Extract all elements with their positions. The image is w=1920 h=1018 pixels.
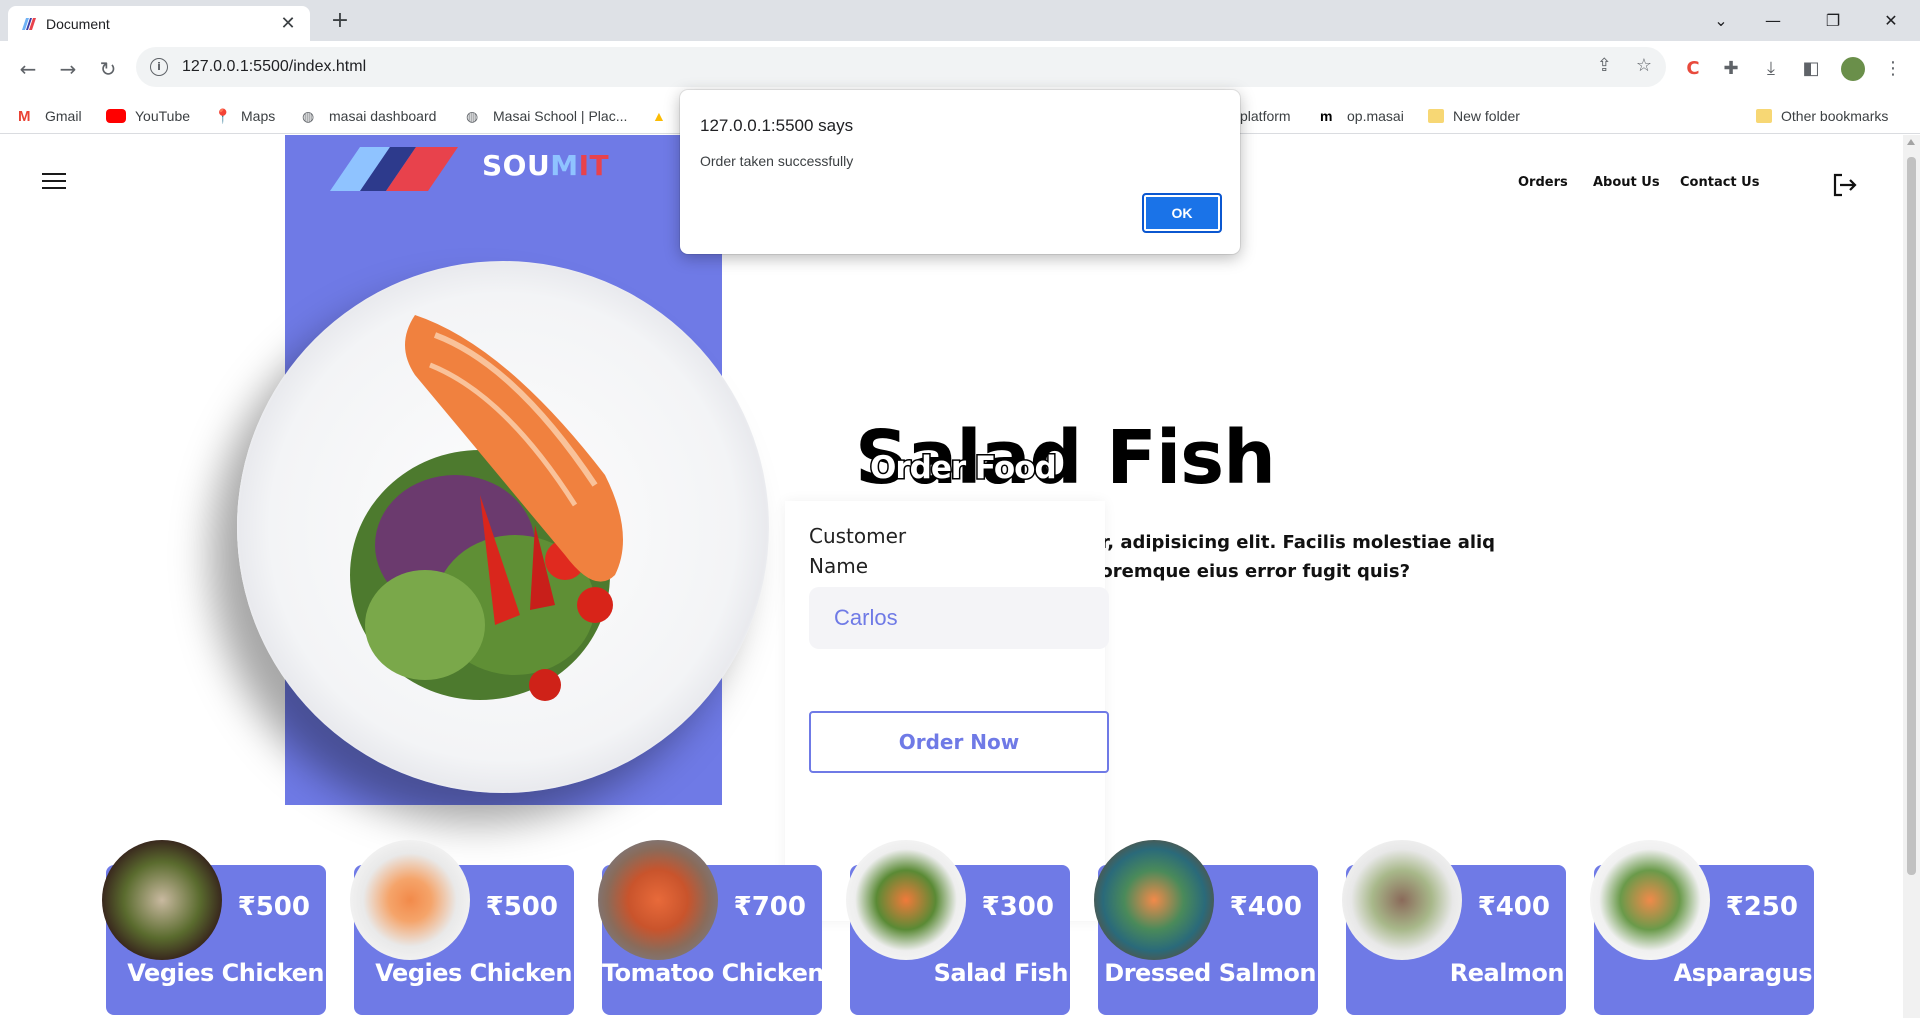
other-bookmarks[interactable]: Other bookmarks	[1756, 104, 1888, 128]
nav-about-us[interactable]: About Us	[1593, 175, 1660, 190]
close-window-button[interactable]: ✕	[1868, 6, 1914, 36]
tab-strip: Document ✕ + ⌄ — ❐ ✕	[0, 0, 1920, 41]
menu-card[interactable]: ₹300 Salad Fish	[846, 840, 1070, 1018]
menu-cards: ₹500 Vegies Chicken ₹500 Vegies Chicken …	[102, 840, 1814, 1018]
bookmark-platform[interactable]: platform	[1240, 104, 1291, 128]
scroll-up-arrow-icon[interactable]	[1907, 139, 1915, 145]
logout-icon[interactable]	[1830, 171, 1858, 199]
bookmark-op-masai[interactable]: m op.masai	[1320, 104, 1404, 128]
menu-card[interactable]: ₹400 Dressed Salmon	[1094, 840, 1318, 1018]
card-price: ₹400	[1229, 892, 1302, 922]
back-button[interactable]: ←	[10, 51, 46, 87]
site-favicon-icon	[22, 17, 36, 30]
card-price: ₹700	[733, 892, 806, 922]
order-now-button[interactable]: Order Now	[809, 711, 1109, 773]
dialog-title: 127.0.0.1:5500 says	[700, 116, 854, 135]
food-thumbnail	[1590, 840, 1710, 960]
dialog-message: Order taken successfully	[700, 153, 854, 169]
menu-card[interactable]: ₹700 Tomatoo Chicken	[598, 840, 822, 1018]
new-tab-button[interactable]: +	[326, 8, 354, 36]
drive-icon: ▲	[652, 108, 666, 124]
globe-icon: ◍	[466, 108, 479, 124]
download-icon[interactable]: ⤓	[1754, 51, 1788, 87]
bookmark-masai-dashboard[interactable]: ◍ masai dashboard	[302, 104, 436, 128]
gmail-icon: M	[18, 108, 31, 125]
card-price: ₹400	[1477, 892, 1550, 922]
food-thumbnail	[598, 840, 718, 960]
site-info-icon[interactable]: i	[150, 58, 168, 76]
food-thumbnail	[102, 840, 222, 960]
extensions-puzzle-icon[interactable]: ✚	[1714, 51, 1748, 87]
salmon-salad-image	[350, 315, 623, 701]
bookmark-star-icon[interactable]: ☆	[1636, 55, 1652, 76]
card-name: Vegies Chicken	[127, 959, 324, 987]
card-name: Tomatoo Chicken	[602, 959, 822, 987]
tab-title: Document	[46, 15, 110, 32]
bookmark-drive[interactable]: ▲	[652, 104, 679, 128]
extension-c-icon[interactable]: C	[1676, 51, 1710, 87]
food-thumbnail	[1094, 840, 1214, 960]
page-scrollbar[interactable]	[1903, 135, 1920, 1018]
food-thumbnail	[350, 840, 470, 960]
nav-contact-us[interactable]: Contact Us	[1680, 175, 1759, 190]
folder-icon	[1756, 109, 1772, 123]
dialog-ok-button[interactable]: OK	[1142, 193, 1222, 233]
tab-search-icon[interactable]: ⌄	[1698, 6, 1744, 36]
card-name: Vegies Chicken	[375, 959, 572, 987]
card-price: ₹500	[485, 892, 558, 922]
reload-button[interactable]: ↻	[90, 51, 126, 87]
customer-name-label: Customer Name	[809, 524, 907, 578]
menu-card[interactable]: ₹400 Realmon	[1342, 840, 1566, 1018]
menu-card[interactable]: ₹250 Asparagus	[1590, 840, 1814, 1018]
address-bar[interactable]: i 127.0.0.1:5500/index.html ⇪ ☆	[136, 47, 1666, 87]
menu-card[interactable]: ₹500 Vegies Chicken	[350, 840, 574, 1018]
bookmark-masai-school[interactable]: ◍ Masai School | Plac...	[466, 104, 627, 128]
menu-card[interactable]: ₹500 Vegies Chicken	[102, 840, 326, 1018]
bookmark-gmail[interactable]: M Gmail	[18, 104, 82, 128]
customer-name-input[interactable]	[809, 587, 1109, 649]
url-text: 127.0.0.1:5500/index.html	[182, 58, 367, 75]
bookmark-new-folder[interactable]: New folder	[1428, 104, 1520, 128]
hero-overlay-text: Order Food	[869, 449, 1059, 488]
scrollbar-thumb[interactable]	[1907, 157, 1916, 875]
profile-avatar[interactable]	[1836, 51, 1870, 87]
card-name: Salad Fish	[933, 959, 1069, 987]
brand-logo-icon	[330, 147, 458, 191]
card-price: ₹500	[237, 892, 310, 922]
maps-pin-icon: 📍	[214, 108, 232, 124]
menu-dots-icon[interactable]: ⋮	[1876, 51, 1910, 87]
web-page: SOUMIT Orders About Us Contact Us Salad …	[0, 135, 1903, 1018]
bookmark-maps[interactable]: 📍 Maps	[214, 104, 275, 128]
card-name: Realmon	[1449, 959, 1565, 987]
nav-orders[interactable]: Orders	[1518, 175, 1568, 190]
food-thumbnail	[1342, 840, 1462, 960]
youtube-icon	[106, 109, 126, 123]
minimize-button[interactable]: —	[1750, 6, 1796, 36]
brand-name: SOUMIT	[482, 149, 610, 182]
food-thumbnail	[846, 840, 966, 960]
close-tab-icon[interactable]: ✕	[278, 13, 298, 34]
card-price: ₹300	[981, 892, 1054, 922]
browser-tab[interactable]: Document ✕	[8, 6, 310, 41]
card-name: Asparagus	[1673, 959, 1813, 987]
alert-dialog: 127.0.0.1:5500 says Order taken successf…	[680, 90, 1240, 254]
share-icon[interactable]: ⇪	[1597, 55, 1612, 76]
side-panel-icon[interactable]: ◧	[1794, 51, 1828, 87]
card-price: ₹250	[1725, 892, 1798, 922]
folder-icon	[1428, 109, 1444, 123]
card-name: Dressed Salmon	[1104, 959, 1316, 987]
forward-button[interactable]: →	[50, 51, 86, 87]
m-logo-icon: m	[1320, 108, 1333, 124]
globe-icon: ◍	[302, 108, 315, 124]
hamburger-menu-icon[interactable]	[42, 173, 66, 189]
restore-button[interactable]: ❐	[1810, 6, 1856, 36]
bookmark-youtube[interactable]: YouTube	[106, 104, 190, 128]
